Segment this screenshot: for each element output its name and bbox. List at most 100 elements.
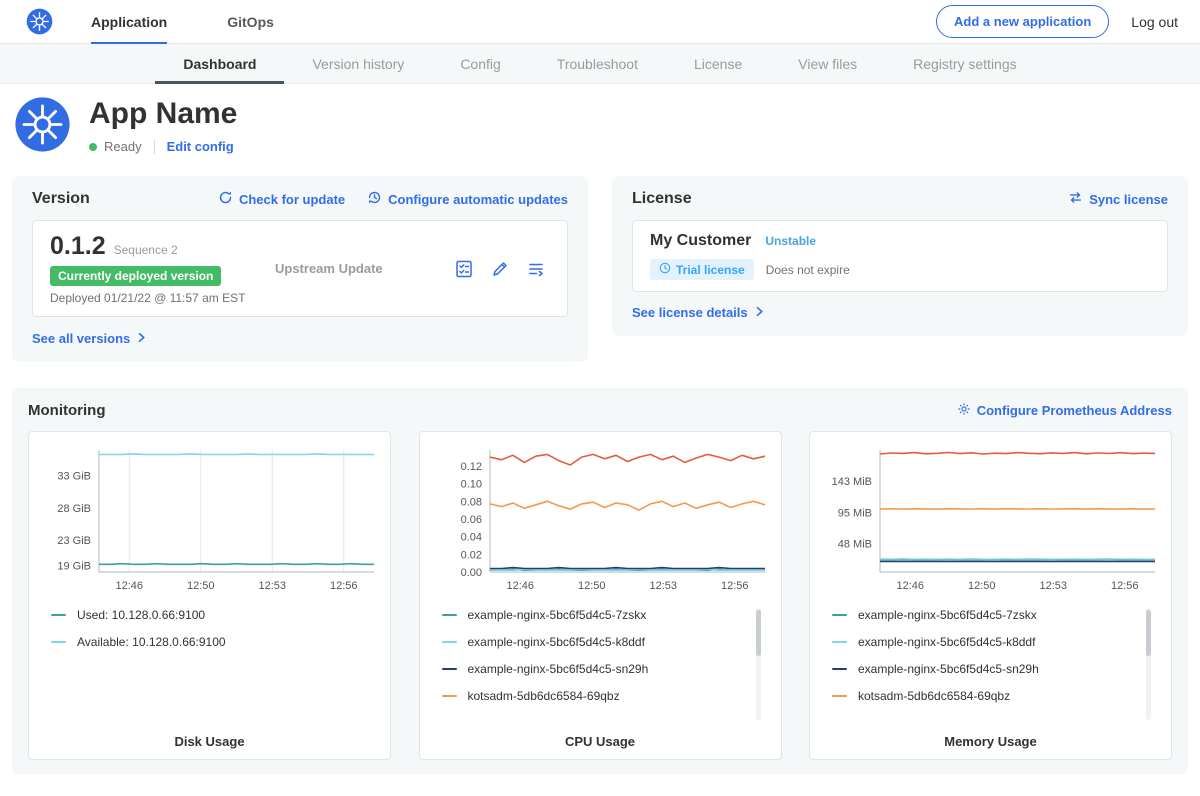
svg-text:143 MiB: 143 MiB xyxy=(832,476,872,488)
legend-swatch xyxy=(442,695,457,697)
check-for-update-link[interactable]: Check for update xyxy=(218,190,345,208)
svg-text:12:53: 12:53 xyxy=(649,580,677,592)
tab-troubleshoot[interactable]: Troubleshoot xyxy=(529,44,666,84)
trial-license-label: Trial license xyxy=(676,263,745,277)
monitoring-head: Monitoring Configure Prometheus Address xyxy=(28,402,1172,419)
legend-item[interactable]: kotsadm-5db6dc6584-69qbz xyxy=(442,689,773,703)
sync-license-link[interactable]: Sync license xyxy=(1068,190,1168,208)
monitoring-card: Monitoring Configure Prometheus Address … xyxy=(12,388,1188,774)
license-card-head: License Sync license xyxy=(632,190,1168,208)
legend-swatch xyxy=(442,641,457,643)
legend-item[interactable]: example-nginx-5bc6f5d4c5-k8ddf xyxy=(442,635,773,649)
legend-swatch xyxy=(442,668,457,670)
license-meta-row: Trial license Does not expire xyxy=(650,259,1150,280)
release-notes-icon[interactable] xyxy=(526,259,546,279)
see-license-details-label: See license details xyxy=(632,305,748,320)
memory-usage-chart: 143 MiB95 MiB48 MiB12:4612:5012:5312:56 xyxy=(818,444,1163,596)
config-edit-icon[interactable] xyxy=(490,259,510,279)
chevron-right-icon xyxy=(136,331,147,346)
svg-text:23 GiB: 23 GiB xyxy=(57,535,91,547)
svg-text:12:46: 12:46 xyxy=(115,580,143,592)
charts-row: 33 GiB28 GiB23 GiB19 GiB12:4612:5012:531… xyxy=(28,431,1172,760)
legend-item[interactable]: example-nginx-5bc6f5d4c5-7zskx xyxy=(832,608,1163,622)
svg-text:12:53: 12:53 xyxy=(1039,580,1067,592)
configure-automatic-updates-label: Configure automatic updates xyxy=(388,192,568,207)
svg-text:0.00: 0.00 xyxy=(460,567,481,579)
preflight-checks-icon[interactable] xyxy=(454,259,474,279)
legend-label: example-nginx-5bc6f5d4c5-7zskx xyxy=(858,608,1037,622)
memory-usage-panel: 143 MiB95 MiB48 MiB12:4612:5012:5312:56 … xyxy=(809,431,1172,760)
license-card: License Sync license My Customer Unstabl… xyxy=(612,176,1188,336)
version-card-title: Version xyxy=(32,190,90,208)
svg-text:33 GiB: 33 GiB xyxy=(57,471,91,483)
see-license-details-link[interactable]: See license details xyxy=(632,305,765,320)
cpu-usage-legend: example-nginx-5bc6f5d4c5-7zskx example-ng… xyxy=(442,608,773,726)
svg-text:0.02: 0.02 xyxy=(460,549,481,561)
tab-view-files[interactable]: View files xyxy=(770,44,885,84)
svg-text:95 MiB: 95 MiB xyxy=(838,508,872,520)
legend-label: Used: 10.128.0.66:9100 xyxy=(77,608,205,622)
license-expiry: Does not expire xyxy=(766,263,850,277)
configure-prometheus-link[interactable]: Configure Prometheus Address xyxy=(957,402,1172,419)
configure-prometheus-label: Configure Prometheus Address xyxy=(977,403,1172,418)
legend-label: example-nginx-5bc6f5d4c5-k8ddf xyxy=(858,635,1035,649)
legend-label: example-nginx-5bc6f5d4c5-sn29h xyxy=(858,662,1039,676)
version-card-head: Version Check for update Configure autom… xyxy=(32,190,568,208)
legend-swatch xyxy=(832,668,847,670)
legend-item[interactable]: example-nginx-5bc6f5d4c5-sn29h xyxy=(832,662,1163,676)
current-version-box: 0.1.2Sequence 2 Currently deployed versi… xyxy=(32,220,568,317)
version-number: 0.1.2 xyxy=(50,232,106,260)
configure-automatic-updates-link[interactable]: Configure automatic updates xyxy=(367,190,568,208)
gear-icon xyxy=(957,402,971,419)
edit-config-link[interactable]: Edit config xyxy=(167,139,234,154)
legend-swatch xyxy=(832,614,847,616)
svg-text:12:56: 12:56 xyxy=(1111,580,1139,592)
legend-swatch xyxy=(442,614,457,616)
tab-version-history[interactable]: Version history xyxy=(284,44,432,84)
divider xyxy=(154,140,155,154)
legend-item[interactable]: Used: 10.128.0.66:9100 xyxy=(51,608,382,622)
deployed-timestamp: Deployed 01/21/22 @ 11:57 am EST xyxy=(50,291,255,305)
license-channel: Unstable xyxy=(765,234,816,248)
legend-item[interactable]: kotsadm-5db6dc6584-69qbz xyxy=(832,689,1163,703)
tab-license[interactable]: License xyxy=(666,44,770,84)
chart-title: Disk Usage xyxy=(37,734,382,749)
nav-tab-application[interactable]: Application xyxy=(91,0,167,44)
scrollbar-thumb[interactable] xyxy=(1146,610,1151,656)
legend-scrollbar[interactable] xyxy=(1146,608,1151,720)
nav-tab-gitops[interactable]: GitOps xyxy=(227,0,274,44)
app-logo-icon xyxy=(14,96,71,153)
tab-config[interactable]: Config xyxy=(432,44,528,84)
see-all-versions-link[interactable]: See all versions xyxy=(32,331,147,346)
memory-usage-legend: example-nginx-5bc6f5d4c5-7zskx example-ng… xyxy=(832,608,1163,726)
legend-label: Available: 10.128.0.66:9100 xyxy=(77,635,226,649)
legend-scrollbar[interactable] xyxy=(756,608,761,720)
legend-item[interactable]: Available: 10.128.0.66:9100 xyxy=(51,635,382,649)
legend-label: example-nginx-5bc6f5d4c5-7zskx xyxy=(468,608,647,622)
svg-text:12:46: 12:46 xyxy=(506,580,534,592)
svg-text:0.04: 0.04 xyxy=(460,532,481,544)
license-box: My Customer Unstable Trial license Does … xyxy=(632,220,1168,292)
main-content: Version Check for update Configure autom… xyxy=(0,176,1200,792)
legend-swatch xyxy=(51,614,66,616)
deployed-badge: Currently deployed version xyxy=(50,266,221,286)
top-nav: Application GitOps Add a new application… xyxy=(0,0,1200,44)
legend-item[interactable]: example-nginx-5bc6f5d4c5-sn29h xyxy=(442,662,773,676)
tab-registry-settings[interactable]: Registry settings xyxy=(885,44,1044,84)
disk-usage-legend: Used: 10.128.0.66:9100 Available: 10.128.… xyxy=(51,608,382,726)
svg-text:12:50: 12:50 xyxy=(968,580,996,592)
version-actions xyxy=(454,259,550,279)
cards-row: Version Check for update Configure autom… xyxy=(12,176,1188,362)
scrollbar-thumb[interactable] xyxy=(756,610,761,656)
svg-text:0.10: 0.10 xyxy=(460,479,481,491)
add-application-button[interactable]: Add a new application xyxy=(936,5,1109,38)
sync-icon xyxy=(1068,190,1083,208)
legend-item[interactable]: example-nginx-5bc6f5d4c5-7zskx xyxy=(442,608,773,622)
chevron-right-icon xyxy=(754,305,765,320)
chart-title: Memory Usage xyxy=(818,734,1163,749)
see-all-versions-label: See all versions xyxy=(32,331,130,346)
legend-item[interactable]: example-nginx-5bc6f5d4c5-k8ddf xyxy=(832,635,1163,649)
logout-link[interactable]: Log out xyxy=(1131,14,1178,30)
tab-dashboard[interactable]: Dashboard xyxy=(155,44,284,84)
kubernetes-logo-icon xyxy=(26,8,53,35)
